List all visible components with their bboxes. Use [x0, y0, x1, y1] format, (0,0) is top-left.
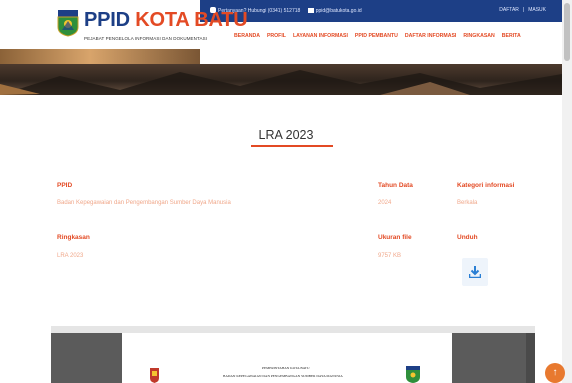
year-value: 2024: [378, 200, 392, 206]
contact-phone-text: Pertanyaan? Hubungi (0341) 512718: [218, 8, 301, 14]
contact-phone[interactable]: Pertanyaan? Hubungi (0341) 512718: [210, 7, 300, 14]
year-label: Tahun Data: [378, 182, 413, 189]
pdf-heading-line2: BADAN KEPEGAWAIAN DAN PENGEMBANGAN SUMBE…: [223, 374, 343, 378]
nav-item-berita[interactable]: BERITA: [502, 33, 521, 39]
nav-item-ppid-pembantu[interactable]: PPID PEMBANTU: [355, 33, 398, 39]
hero-banner-image: [0, 70, 562, 95]
register-link[interactable]: DAFTAR: [499, 7, 519, 13]
nav-item-daftar-informasi[interactable]: DAFTAR INFORMASI: [405, 33, 456, 39]
category-value: Berkala: [457, 200, 478, 206]
login-link[interactable]: MASUK: [528, 7, 546, 13]
pdf-emblem-left: [150, 368, 159, 383]
city-emblem-logo[interactable]: [57, 9, 79, 37]
mail-icon: [307, 8, 314, 13]
main-menu: BERANDA PROFIL LAYANAN INFORMASI PPID PE…: [234, 33, 521, 39]
ppid-value: Badan Kepegawaian dan Pengembangan Sumbe…: [57, 200, 231, 206]
auth-links: DAFTAR | MASUK: [499, 7, 546, 13]
download-label: Unduh: [457, 234, 478, 241]
page-title: LRA 2023: [258, 128, 314, 142]
pdf-emblem-right: [406, 366, 420, 383]
phone-icon: [210, 7, 216, 13]
contact-email[interactable]: ppid@batukota.go.id: [307, 8, 362, 14]
page-scrollbar[interactable]: [562, 0, 572, 383]
download-icon: [469, 266, 481, 278]
title-underline: [251, 145, 333, 147]
hero-banner: [0, 64, 562, 95]
auth-separator: |: [522, 7, 525, 13]
site-header: PPID KOTA BATU PEJABAT PENGELOLA INFORMA…: [0, 0, 572, 64]
arrow-up-icon: ↑: [552, 367, 558, 378]
pdf-viewer-toolbar: [51, 326, 535, 333]
brand-subtitle: PEJABAT PENGELOLA INFORMASI DAN DOKUMENT…: [84, 36, 208, 41]
summary-value: LRA 2023: [57, 253, 84, 259]
scroll-to-top-button[interactable]: ↑: [545, 363, 565, 383]
page-scrollbar-thumb[interactable]: [564, 3, 570, 61]
hero-banner-edge: [0, 49, 200, 64]
nav-item-profil[interactable]: PROFIL: [267, 33, 286, 39]
ppid-label: PPID: [57, 182, 73, 189]
category-label: Kategori informasi: [457, 182, 515, 189]
nav-item-ringkasan[interactable]: RINGKASAN: [463, 33, 494, 39]
nav-item-beranda[interactable]: BERANDA: [234, 33, 260, 39]
file-size-value: 9757 KB: [378, 253, 402, 259]
contact-info: Pertanyaan? Hubungi (0341) 512718 ppid@b…: [210, 7, 368, 14]
brand-main: PPID: [84, 9, 130, 31]
pdf-viewer-scrollbar[interactable]: [526, 333, 535, 383]
download-button[interactable]: [462, 258, 488, 286]
file-size-label: Ukuran file: [378, 234, 412, 241]
contact-email-text: ppid@batukota.go.id: [315, 8, 362, 14]
summary-label: Ringkasan: [57, 234, 90, 241]
nav-item-layanan-informasi[interactable]: LAYANAN INFORMASI: [293, 33, 348, 39]
pdf-heading-line1: PEMERINTAHAN KOTA BATU: [262, 366, 310, 370]
